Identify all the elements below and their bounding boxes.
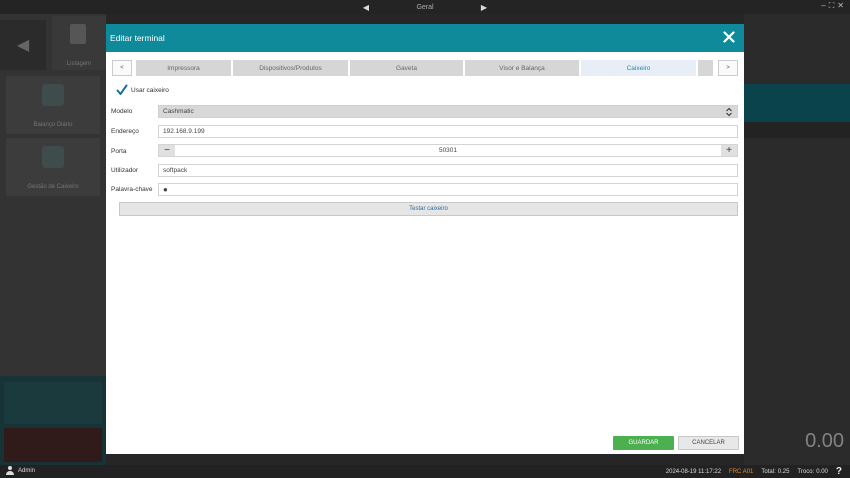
total-label: Total: <box>761 468 776 475</box>
change-value: 0.00 <box>816 468 828 475</box>
porta-value[interactable]: 50301 <box>175 145 721 156</box>
palavra-chave-value: ● <box>163 185 169 194</box>
endereco-label: Endereço <box>111 128 139 135</box>
use-cashier-checkbox[interactable]: Usar caixeiro <box>116 84 169 96</box>
palavra-chave-input[interactable]: ● <box>158 183 738 196</box>
tab-impressora[interactable]: Impressora <box>136 60 232 76</box>
decrement-button[interactable]: − <box>159 145 175 156</box>
cancel-button[interactable]: CANCELAR <box>678 436 739 450</box>
tab-bar: < Impressora Dispositivos/Produtos Gavet… <box>112 60 738 76</box>
edit-terminal-dialog: Editar terminal < Impressora Dispositivo… <box>106 24 744 454</box>
change-label: Troco: <box>797 468 815 475</box>
status-bar: Admin 2024-08-19 11:17:22 FRC A01 Total:… <box>0 465 850 478</box>
palavra-chave-label: Palavra-chave <box>111 186 153 193</box>
user-name: Admin <box>18 467 36 474</box>
porta-label: Porta <box>111 148 127 155</box>
utilizador-input[interactable]: softpack <box>158 164 738 177</box>
utilizador-value: softpack <box>163 167 188 174</box>
user-icon <box>6 466 14 475</box>
updown-chevron-icon <box>726 107 732 117</box>
utilizador-label: Utilizador <box>111 167 139 174</box>
modelo-select[interactable]: Cashmatic <box>158 105 738 118</box>
test-cashier-button[interactable]: Testar caixeiro <box>119 202 738 216</box>
dialog-title: Editar terminal <box>110 33 165 43</box>
porta-stepper: − 50301 + <box>158 144 738 157</box>
tab-dispositivos-produtos[interactable]: Dispositivos/Produtos <box>233 60 349 76</box>
user-indicator[interactable]: Admin <box>6 466 35 475</box>
use-cashier-label: Usar caixeiro <box>131 86 169 94</box>
save-button[interactable]: GUARDAR <box>613 436 674 450</box>
total-value: 0.25 <box>777 468 790 475</box>
tab-gaveta[interactable]: Gaveta <box>350 60 464 76</box>
close-icon[interactable] <box>720 28 738 48</box>
tab-prev-button[interactable]: < <box>112 60 132 76</box>
endereco-input[interactable]: 192.168.9.199 <box>158 125 738 138</box>
terminal-code: FRC A01 <box>729 468 754 475</box>
datetime: 2024-08-19 11:17:22 <box>665 468 722 475</box>
help-icon[interactable]: ? <box>836 466 842 477</box>
status-right: 2024-08-19 11:17:22 FRC A01 Total: 0.25 … <box>666 465 842 478</box>
increment-button[interactable]: + <box>721 145 737 156</box>
modelo-value: Cashmatic <box>163 108 194 115</box>
tab-spacer <box>698 60 714 76</box>
endereco-value: 192.168.9.199 <box>163 128 205 135</box>
dialog-header: Editar terminal <box>106 24 744 52</box>
tab-caixeiro[interactable]: Caixeiro <box>581 60 697 76</box>
checkmark-icon <box>116 84 128 95</box>
tab-visor-balanca[interactable]: Visor e Balança <box>465 60 580 76</box>
tab-next-button[interactable]: > <box>718 60 738 76</box>
modelo-label: Modelo <box>111 108 133 115</box>
